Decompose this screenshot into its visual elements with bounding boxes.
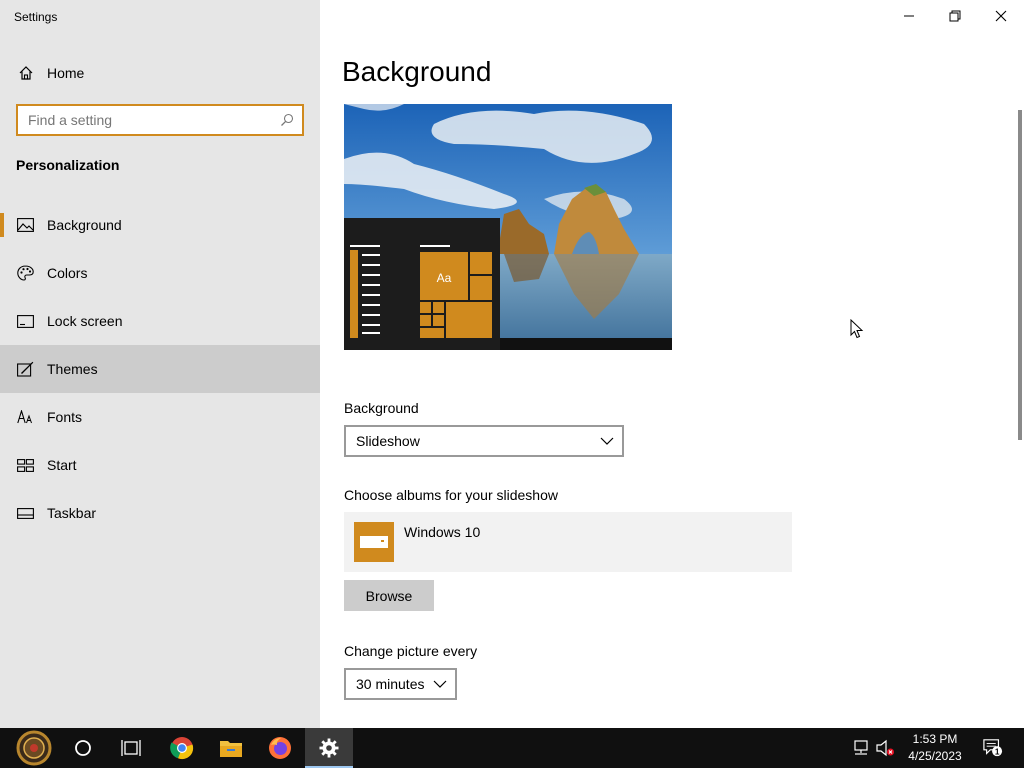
nav-item-label: Fonts [47, 409, 83, 425]
home-label: Home [47, 65, 85, 81]
change-picture-dropdown[interactable]: 30 minutes [344, 668, 457, 700]
task-view-button[interactable] [107, 728, 155, 768]
app-title: Settings [14, 10, 58, 24]
album-name: Windows 10 [404, 524, 481, 540]
task-view-icon [121, 740, 141, 756]
chrome-button[interactable] [158, 728, 206, 768]
taskbar-icon [16, 504, 34, 522]
background-type-value: Slideshow [356, 433, 420, 449]
nav-item-label: Colors [47, 265, 88, 281]
nav-item-label: Lock screen [47, 313, 123, 329]
change-picture-value: 30 minutes [356, 676, 425, 692]
background-type-dropdown[interactable]: Slideshow [344, 425, 624, 457]
clock-time: 1:53 PM [912, 732, 958, 746]
start-button[interactable] [10, 728, 58, 768]
cortana-button[interactable] [59, 728, 107, 768]
search-icon[interactable] [280, 113, 294, 127]
start-icon [16, 730, 52, 766]
restore-icon [949, 10, 961, 22]
cortana-icon [75, 740, 91, 756]
nav-item-lock-screen[interactable]: Lock screen [0, 297, 320, 345]
firefox-button[interactable] [256, 728, 304, 768]
chevron-down-icon [433, 680, 447, 688]
clock-date: 4/25/2023 [908, 749, 962, 763]
font-icon [16, 408, 34, 426]
minimize-button[interactable] [886, 0, 932, 32]
notification-count: 1 [995, 747, 1000, 756]
file-explorer-icon [220, 741, 242, 757]
settings-button[interactable] [305, 728, 353, 768]
search-input[interactable] [18, 112, 268, 128]
system-clock[interactable]: 1:53 PM 4/25/2023 [900, 731, 970, 765]
notification-center-icon[interactable]: 1 [983, 738, 1003, 758]
browse-button[interactable]: Browse [344, 580, 434, 611]
albums-label: Choose albums for your slideshow [344, 487, 558, 503]
section-title: Personalization [16, 157, 120, 173]
mouse-cursor-icon [850, 319, 864, 339]
nav-item-label: Taskbar [47, 505, 97, 521]
settings-gear-icon [319, 738, 339, 758]
search-box[interactable] [16, 104, 304, 136]
home-nav-item[interactable]: Home [0, 56, 320, 90]
taskbar: 1:53 PM 4/25/2023 1 [0, 728, 1024, 768]
background-preview: Aa [344, 104, 672, 350]
nav-item-themes[interactable]: Themes [0, 345, 320, 393]
close-button[interactable] [978, 0, 1024, 32]
nav-item-label: Start [47, 457, 77, 473]
sidebar: Settings Home Personalization Background… [0, 0, 320, 728]
restore-button[interactable] [932, 0, 978, 32]
volume-muted-icon[interactable] [875, 738, 895, 758]
picture-icon [16, 216, 34, 234]
nav-item-start[interactable]: Start [0, 441, 320, 489]
nav-item-background[interactable]: Background [0, 201, 320, 249]
close-icon [995, 10, 1007, 22]
network-icon[interactable] [851, 738, 871, 758]
file-explorer-button[interactable] [207, 728, 255, 768]
album-item[interactable]: Windows 10 [344, 512, 792, 572]
lock-screen-icon [16, 312, 34, 330]
folder-icon [354, 522, 394, 562]
minimize-icon [904, 15, 914, 17]
change-picture-label: Change picture every [344, 643, 478, 659]
chevron-down-icon [600, 437, 614, 445]
palette-icon [16, 264, 34, 282]
window-controls [886, 0, 1024, 32]
firefox-icon [269, 737, 291, 759]
nav-item-taskbar[interactable]: Taskbar [0, 489, 320, 537]
background-label: Background [344, 400, 419, 416]
nav-item-fonts[interactable]: Fonts [0, 393, 320, 441]
nav-list: Background Colors Lock screen Themes Fon… [0, 201, 320, 537]
chrome-icon [170, 737, 194, 760]
nav-item-label: Themes [47, 361, 98, 377]
page-title: Background [342, 56, 492, 87]
start-icon [16, 456, 34, 474]
nav-item-colors[interactable]: Colors [0, 249, 320, 297]
scrollbar[interactable] [1018, 110, 1022, 440]
nav-item-label: Background [47, 217, 122, 233]
home-icon [17, 64, 35, 82]
brush-icon [16, 360, 34, 378]
preview-tile-label: Aa [437, 271, 452, 285]
